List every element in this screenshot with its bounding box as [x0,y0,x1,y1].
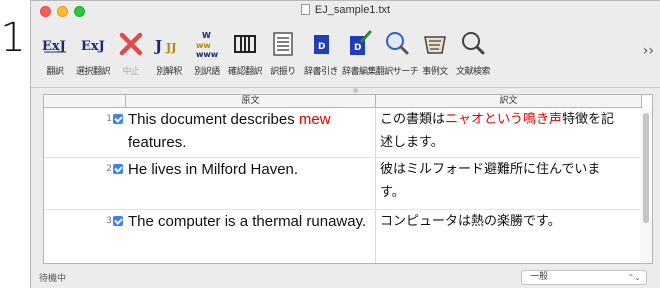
toolbar: ExJ 翻訳 ExJ 選択翻訳 中止 J JJ 別解釈 Www www 別訳語 … [31,21,660,87]
vertical-scrollbar[interactable] [640,109,652,263]
svg-text:ww: ww [196,41,211,50]
step-number: 1 [0,15,26,61]
source-text[interactable]: This document describes mew features. [128,108,368,154]
svg-text:D: D [354,43,361,53]
example-sentence-icon [420,29,450,59]
target-text[interactable]: コンピュータは熱の楽勝です。 [380,210,622,233]
literature-search-icon [458,29,488,59]
row-checkbox[interactable] [113,164,123,174]
svg-text:J: J [154,37,162,55]
stop-icon [116,29,146,59]
document-icon [300,4,310,15]
svg-text:W: W [202,31,211,40]
svg-text:ExJ: ExJ [81,39,105,54]
row-number: 3 [106,216,112,226]
literature-search-button[interactable]: 文献検索 [455,29,491,81]
status-bar: 待機中 一般 ⌃⌄ [31,267,660,289]
row-checkbox[interactable] [113,114,123,124]
header-row-number [44,95,126,108]
svg-text:JJ: JJ [165,41,176,54]
table-row[interactable]: 1 This document describes mew features. … [44,108,652,158]
interlinear-icon [268,29,298,59]
target-text-highlight: ニャオという鳴き声 [445,112,563,127]
header-target[interactable]: 訳文 [376,95,642,108]
title-bar: EJ_sample1.txt [31,1,660,21]
target-text-segment: この書類は [380,112,446,127]
header-source[interactable]: 原文 [126,95,376,108]
window-title: EJ_sample1.txt [31,4,660,16]
row-number: 2 [106,164,112,174]
target-text[interactable]: 彼はミルフォード避難所に住んでいます。 [380,158,622,204]
scrollbar-thumb[interactable] [643,113,649,223]
source-text-segment: This document describes [128,111,299,128]
toolbar-overflow-button[interactable]: ›› [643,43,654,59]
translation-grid: 原文 訳文 1 This document describes mew feat… [43,94,653,264]
status-text: 待機中 [39,274,67,284]
select-arrows-icon: ⌃⌄ [627,273,641,282]
dictionary-edit-icon: D [344,29,374,59]
splitter-handle[interactable] [353,88,358,93]
svg-text:www: www [196,50,219,59]
alternative-term-icon: Www www [192,29,222,59]
dictionary-lookup-icon: D [306,29,336,59]
target-text[interactable]: この書類はニャオという鳴き声特徴を記述します。 [380,108,622,154]
source-text-highlight: mew [298,111,331,128]
confirm-translate-icon [230,29,260,59]
selection-translate-icon: ExJ [78,29,108,59]
source-text[interactable]: The computer is a thermal runaway. [128,210,368,233]
translation-search-icon [382,29,412,59]
mode-select-value: 一般 [530,272,549,282]
row-checkbox[interactable] [113,216,123,226]
row-number: 1 [106,114,112,124]
svg-text:D: D [318,42,325,52]
table-row[interactable]: 2 He lives in Milford Haven. 彼はミルフォード避難所… [44,158,652,210]
translation-window: EJ_sample1.txt ExJ 翻訳 ExJ 選択翻訳 中止 J JJ 別解… [30,0,660,288]
alternative-interpretation-icon: J JJ [153,29,184,59]
translate-icon: ExJ [40,29,70,59]
source-text[interactable]: He lives in Milford Haven. [128,158,368,181]
toolbar-divider [31,87,660,88]
table-row[interactable]: 3 The computer is a thermal runaway. コンピ… [44,210,652,262]
window-title-text: EJ_sample1.txt [314,4,391,16]
literature-search-label: 文献検索 [455,67,491,77]
source-text-segment: features. [128,134,187,151]
mode-select[interactable]: 一般 ⌃⌄ [521,270,647,285]
